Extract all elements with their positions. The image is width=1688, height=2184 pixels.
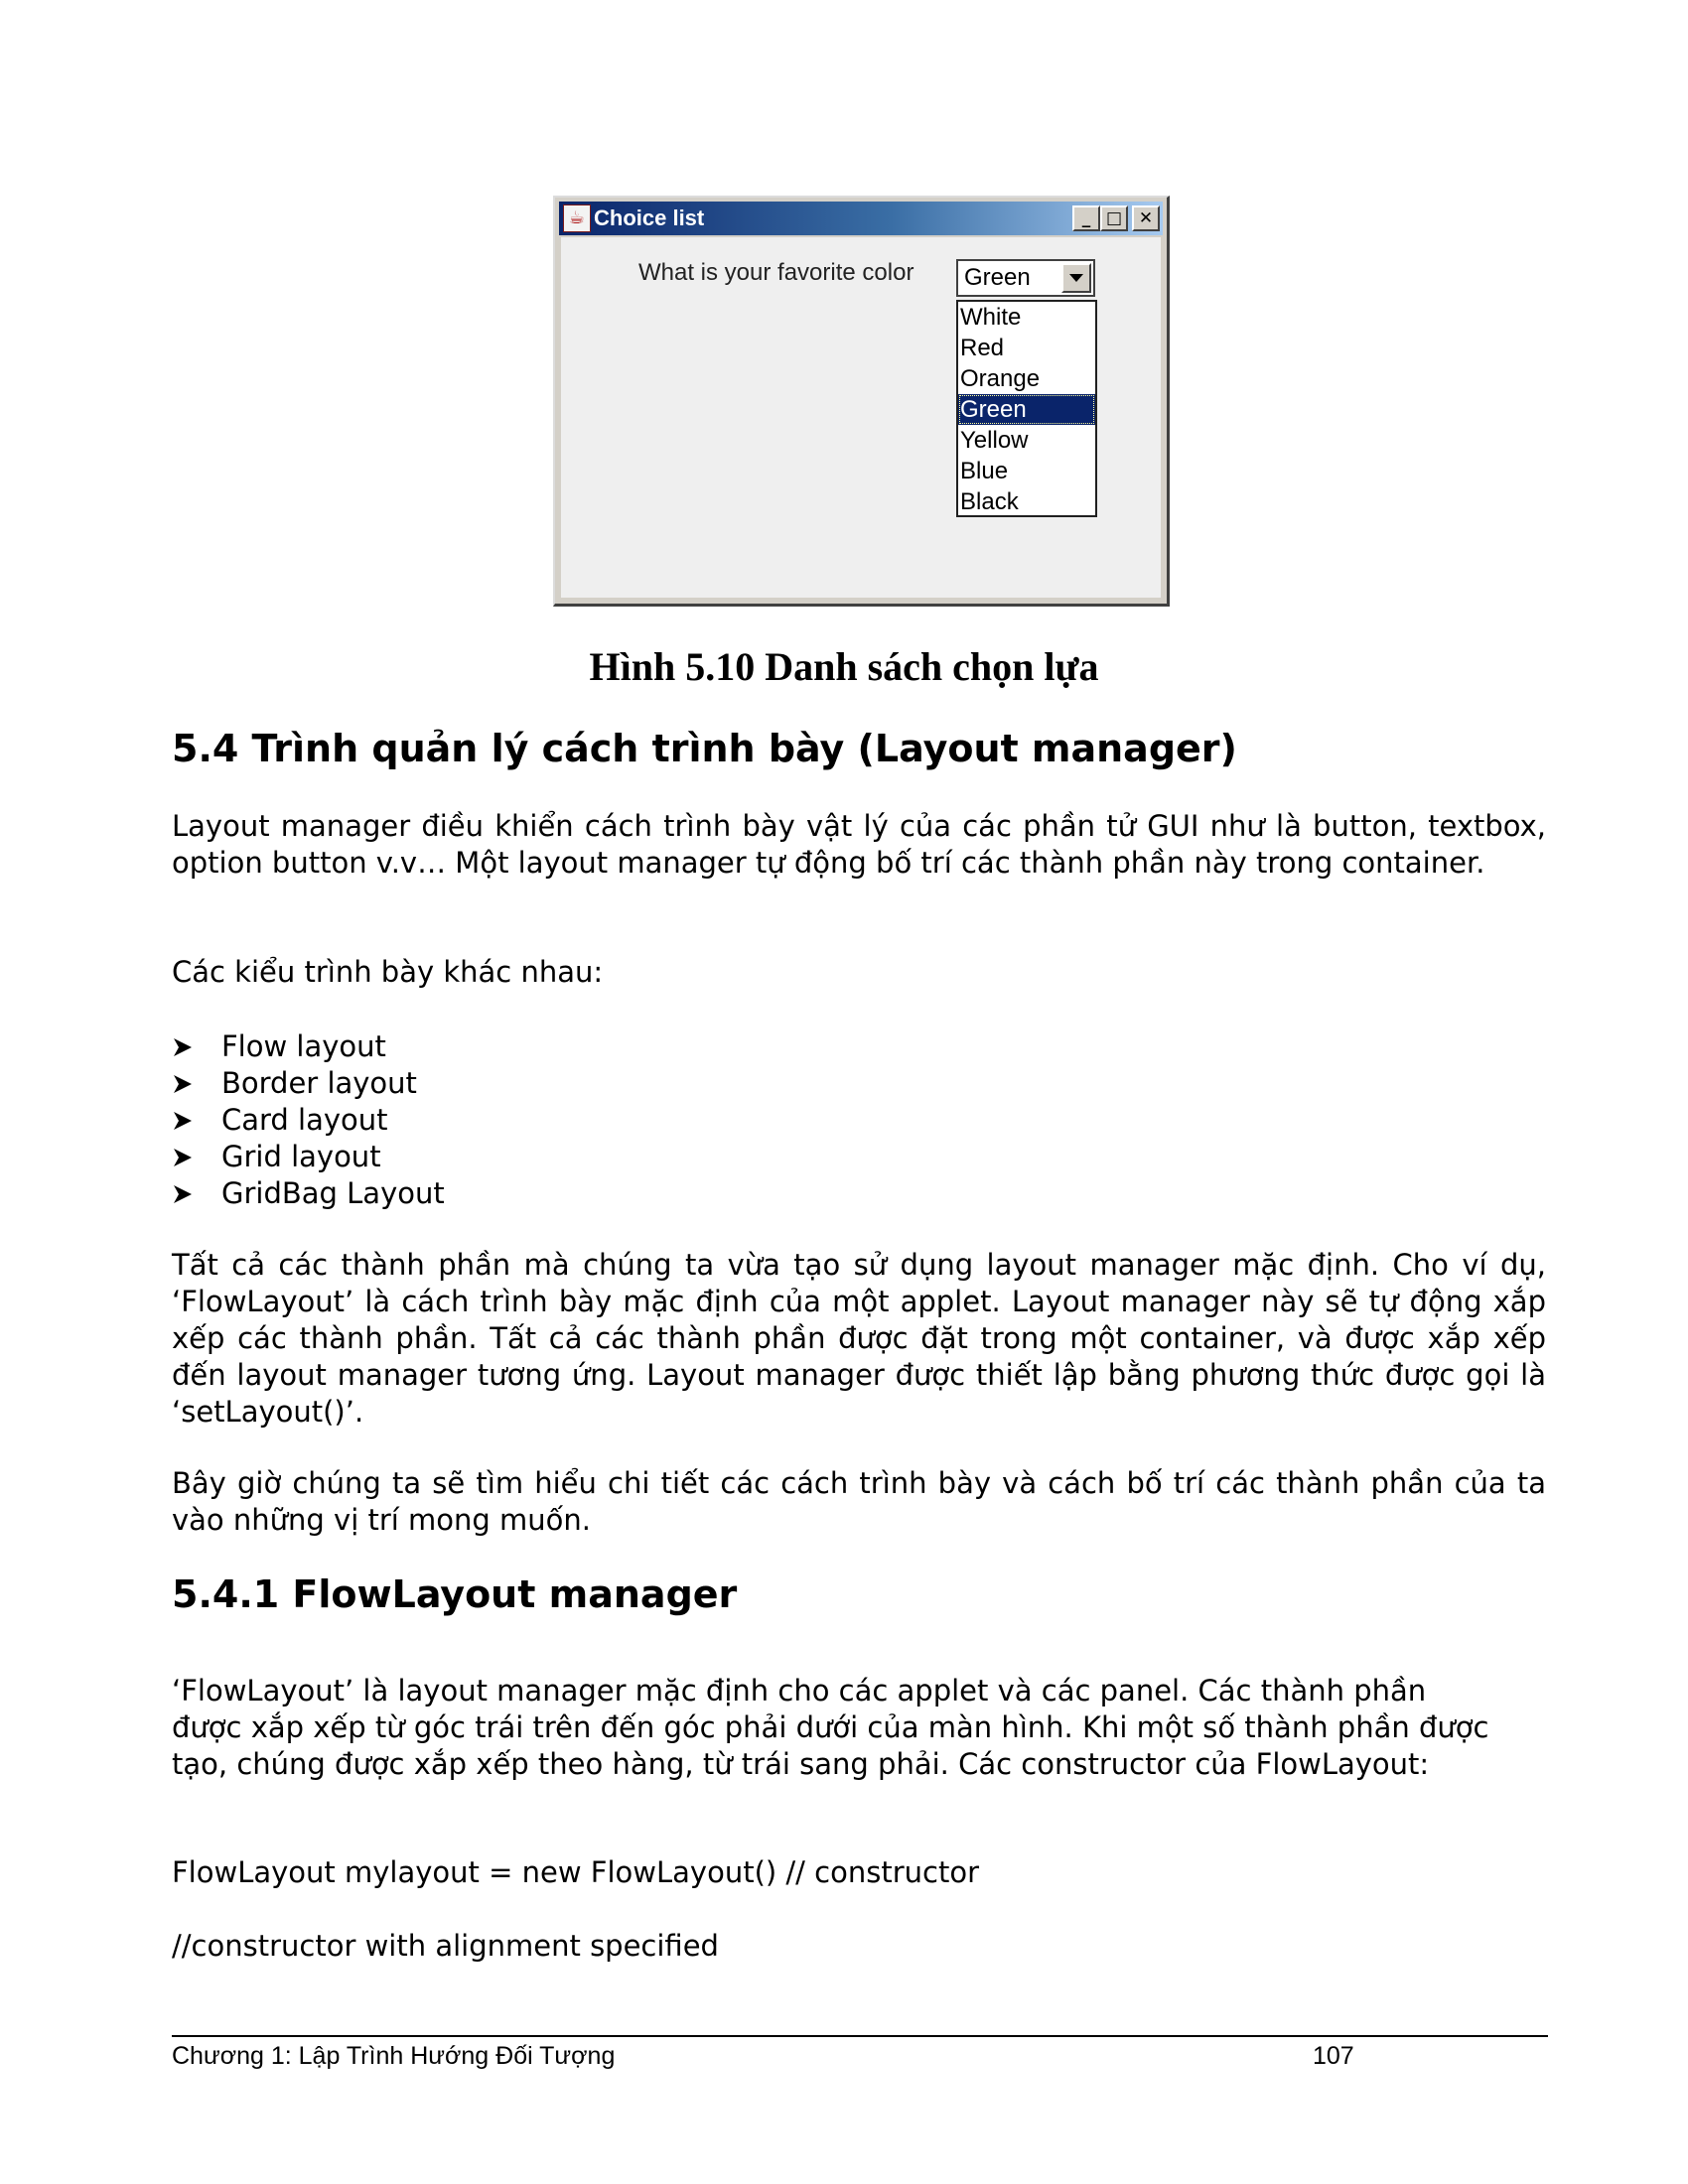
list-item: GridBag Layout bbox=[172, 1175, 445, 1212]
list-item-label: Border layout bbox=[221, 1066, 417, 1100]
choice-dropdown-list: White Red Orange Green Yellow Blue Black bbox=[956, 300, 1097, 517]
code-line-2: //constructor with alignment specified bbox=[172, 1929, 719, 1963]
color-prompt-label: What is your favorite color bbox=[638, 259, 914, 286]
list-item-label: Card layout bbox=[221, 1103, 388, 1137]
window-title: Choice list bbox=[594, 205, 705, 230]
list-item-label: GridBag Layout bbox=[221, 1176, 445, 1210]
arrowhead-bullet-icon bbox=[172, 1036, 221, 1058]
choice-list-window: ☕ Choice list _ □ ✕ What is your favorit… bbox=[553, 196, 1170, 607]
arrowhead-bullet-icon bbox=[172, 1147, 221, 1168]
section-paragraph-4: Bây giờ chúng ta sẽ tìm hiểu chi tiết cá… bbox=[172, 1466, 1546, 1537]
choice-selected-value: Green bbox=[964, 264, 1031, 291]
close-button[interactable]: ✕ bbox=[1132, 205, 1160, 231]
choice-option-green[interactable]: Green bbox=[958, 394, 1095, 425]
code-line-1: FlowLayout mylayout = new FlowLayout() /… bbox=[172, 1855, 980, 1889]
arrowhead-bullet-icon bbox=[172, 1183, 221, 1205]
section-paragraph-3: Tất cả các thành phần mà chúng ta vừa tạ… bbox=[172, 1248, 1546, 1429]
footer-divider bbox=[172, 2035, 1548, 2037]
list-item: Border layout bbox=[172, 1065, 445, 1102]
dropdown-arrow-button[interactable] bbox=[1061, 263, 1091, 293]
chevron-down-icon bbox=[1069, 274, 1083, 282]
arrowhead-bullet-icon bbox=[172, 1073, 221, 1095]
maximize-button[interactable]: □ bbox=[1100, 205, 1128, 231]
window-controls: _ □ ✕ bbox=[1072, 205, 1160, 231]
window-titlebar[interactable]: ☕ Choice list _ □ ✕ bbox=[559, 202, 1163, 235]
choice-option-red[interactable]: Red bbox=[958, 333, 1095, 363]
choice-option-orange[interactable]: Orange bbox=[958, 363, 1095, 394]
color-choice-select[interactable]: Green bbox=[956, 259, 1095, 297]
choice-option-blue[interactable]: Blue bbox=[958, 456, 1095, 486]
section-heading: 5.4 Trình quản lý cách trình bày (Layout… bbox=[172, 727, 1237, 770]
list-item: Card layout bbox=[172, 1102, 445, 1139]
list-item-label: Grid layout bbox=[221, 1140, 381, 1173]
window-client-area: What is your favorite color Green White … bbox=[561, 237, 1161, 598]
list-item-label: Flow layout bbox=[221, 1029, 386, 1063]
choice-option-white[interactable]: White bbox=[958, 302, 1095, 333]
java-coffee-cup-icon: ☕ bbox=[563, 205, 591, 232]
choice-option-yellow[interactable]: Yellow bbox=[958, 425, 1095, 456]
layout-types-list: Flow layout Border layout Card layout Gr… bbox=[172, 1028, 445, 1212]
minimize-button[interactable]: _ bbox=[1072, 205, 1100, 231]
list-item: Flow layout bbox=[172, 1028, 445, 1065]
arrowhead-bullet-icon bbox=[172, 1110, 221, 1132]
footer-chapter: Chương 1: Lập Trình Hướng Đối Tượng bbox=[172, 2042, 616, 2070]
page-number: 107 bbox=[1313, 2042, 1354, 2070]
subsection-heading: 5.4.1 FlowLayout manager bbox=[172, 1572, 738, 1616]
section-paragraph-2: Các kiểu trình bày khác nhau: bbox=[172, 955, 604, 989]
figure-caption: Hình 5.10 Danh sách chọn lựa bbox=[589, 644, 1099, 689]
section-paragraph-1: Layout manager điều khiển cách trình bày… bbox=[172, 809, 1546, 880]
list-item: Grid layout bbox=[172, 1139, 445, 1175]
subsection-paragraph-1: ‘FlowLayout’ là layout manager mặc định … bbox=[172, 1674, 1489, 1781]
choice-option-black[interactable]: Black bbox=[958, 486, 1095, 517]
